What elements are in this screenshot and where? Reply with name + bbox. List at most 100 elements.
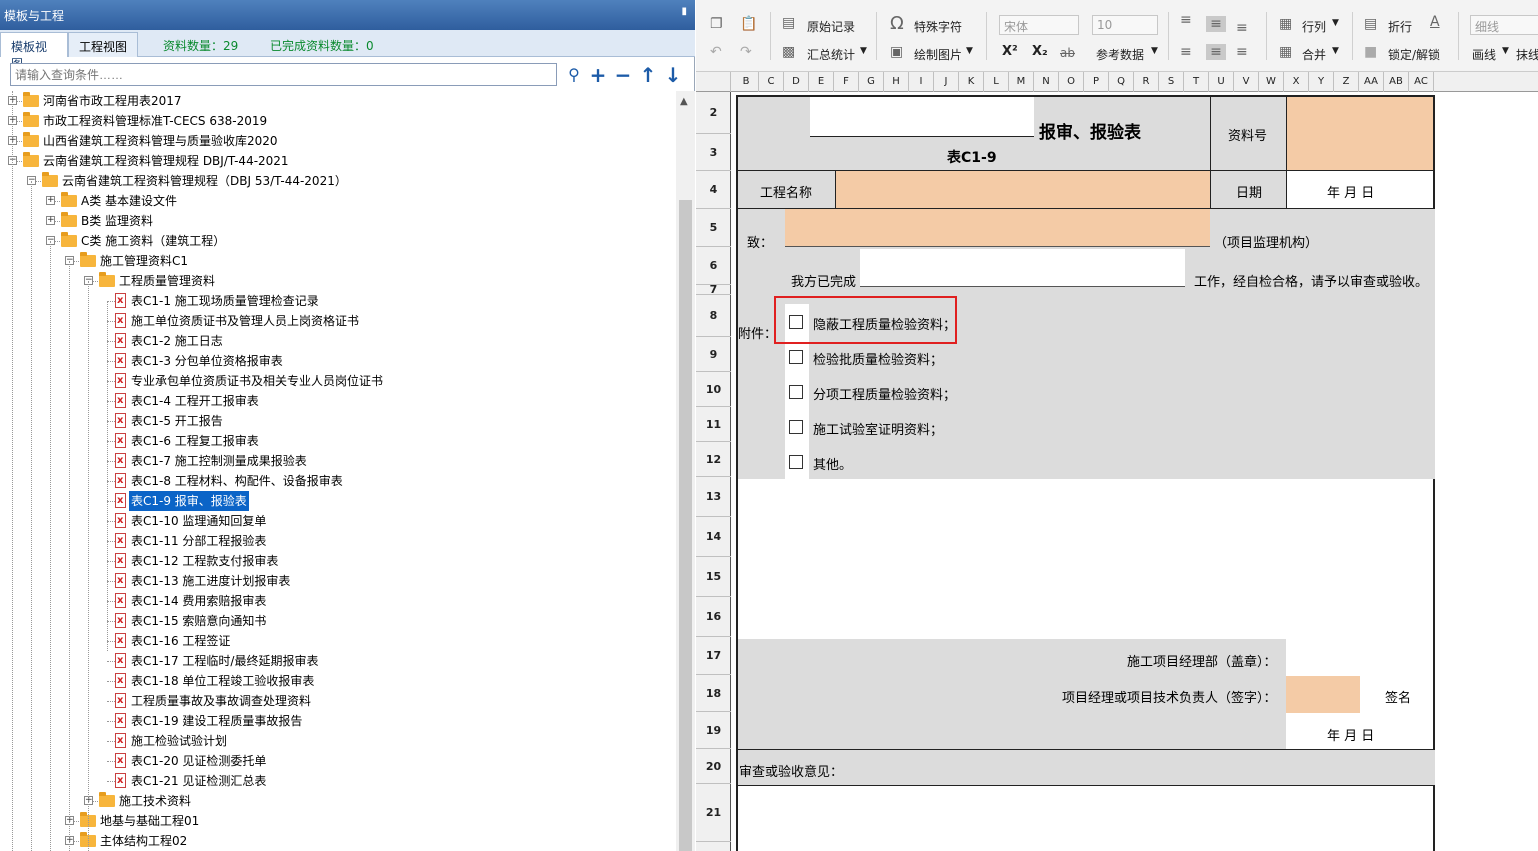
pm-sign-field[interactable] bbox=[1286, 676, 1360, 713]
row-header-cell[interactable]: 3 bbox=[696, 134, 731, 171]
tree-file-node[interactable]: 工程质量事故及事故调查处理资料 bbox=[0, 691, 676, 711]
attachment-checkbox-5[interactable] bbox=[789, 455, 803, 469]
align-center-icon[interactable]: ≡ bbox=[1206, 44, 1226, 60]
minus-icon[interactable]: − bbox=[612, 63, 634, 87]
tree-file-node[interactable]: 表C1-16 工程签证 bbox=[0, 631, 676, 651]
tree-folder-node[interactable]: − 云南省建筑工程资料管理规程 DBJ/T-44-2021 bbox=[0, 151, 676, 171]
original-record-button[interactable]: 原始记录 bbox=[807, 18, 855, 35]
tree-file-node[interactable]: 表C1-20 见证检测委托单 bbox=[0, 751, 676, 771]
row-header-cell[interactable]: 9 bbox=[696, 337, 731, 372]
column-header-cell[interactable]: Q bbox=[1109, 72, 1134, 92]
font-color-icon[interactable]: A bbox=[1430, 14, 1440, 30]
chevron-down-icon[interactable]: ▼ bbox=[1332, 46, 1339, 56]
row-header-cell[interactable]: 15 bbox=[696, 557, 731, 597]
row-header-cell[interactable]: 20 bbox=[696, 749, 731, 784]
font-size-select[interactable]: 10 bbox=[1092, 15, 1158, 35]
column-header-cell[interactable]: D bbox=[784, 72, 809, 92]
ref-data-button[interactable]: 参考数据 bbox=[1096, 46, 1144, 63]
attachment-checkbox-4[interactable] bbox=[789, 420, 803, 434]
row-header-cell[interactable]: 2 bbox=[696, 92, 731, 134]
doc-no-field[interactable] bbox=[1286, 97, 1433, 170]
completed-work-field[interactable] bbox=[860, 249, 1185, 287]
row-header-cell[interactable]: 8 bbox=[696, 295, 731, 337]
tree-file-node[interactable]: 专业承包单位资质证书及相关专业人员岗位证书 bbox=[0, 371, 676, 391]
chevron-down-icon[interactable]: ▼ bbox=[1502, 46, 1509, 56]
column-header-cell[interactable]: I bbox=[909, 72, 934, 92]
row-header-cell[interactable]: 6 bbox=[696, 247, 731, 285]
tree-folder-node[interactable]: − C类 施工资料（建筑工程） bbox=[0, 231, 676, 251]
column-header-cell[interactable]: L bbox=[984, 72, 1009, 92]
column-header-cell[interactable]: AC bbox=[1409, 72, 1434, 92]
tree-file-node[interactable]: 表C1-19 建设工程质量事故报告 bbox=[0, 711, 676, 731]
tree-file-node[interactable]: 表C1-7 施工控制测量成果报验表 bbox=[0, 451, 676, 471]
align-top-icon[interactable]: ≡ bbox=[1180, 12, 1192, 28]
column-header-cell[interactable]: V bbox=[1234, 72, 1259, 92]
row-header-cell[interactable]: 7 bbox=[696, 284, 731, 295]
column-header-cell[interactable]: E bbox=[809, 72, 834, 92]
tree-folder-node[interactable]: + 地基与基础工程01 bbox=[0, 811, 676, 831]
tree-folder-node[interactable]: + 市政工程资料管理标准T-CECS 638-2019 bbox=[0, 111, 676, 131]
superscript-button[interactable]: X² bbox=[1002, 44, 1018, 59]
copy-icon[interactable]: ❐ bbox=[710, 16, 723, 32]
tree-folder-node[interactable]: + B类 监理资料 bbox=[0, 211, 676, 231]
column-header-cell[interactable]: AB bbox=[1384, 72, 1409, 92]
tab-template-view[interactable]: 模板视图 bbox=[0, 32, 68, 71]
column-header-cell[interactable]: U bbox=[1209, 72, 1234, 92]
search-input[interactable] bbox=[10, 63, 557, 86]
draw-image-button[interactable]: 绘制图片 bbox=[914, 46, 962, 63]
chevron-down-icon[interactable]: ▼ bbox=[966, 46, 973, 56]
tree-file-node[interactable]: 施工检验试验计划 bbox=[0, 731, 676, 751]
redo-icon[interactable]: ↷ bbox=[740, 44, 752, 60]
tree-file-node[interactable]: 表C1-2 施工日志 bbox=[0, 331, 676, 351]
tree-file-node[interactable]: 表C1-4 工程开工报审表 bbox=[0, 391, 676, 411]
column-header-cell[interactable]: P bbox=[1084, 72, 1109, 92]
row-header-cell[interactable]: 12 bbox=[696, 442, 731, 477]
tree-file-node[interactable]: 表C1-18 单位工程竣工验收报审表 bbox=[0, 671, 676, 691]
align-middle-icon[interactable]: ≡ bbox=[1206, 16, 1226, 32]
column-header-cell[interactable]: R bbox=[1134, 72, 1159, 92]
tab-project-view[interactable]: 工程视图 bbox=[68, 32, 138, 57]
tree-file-node[interactable]: 表C1-13 施工进度计划报审表 bbox=[0, 571, 676, 591]
column-header-cell[interactable]: J bbox=[934, 72, 959, 92]
row-header-cell[interactable]: 17 bbox=[696, 637, 731, 675]
column-header-cell[interactable]: B bbox=[734, 72, 759, 92]
row-header-cell[interactable]: 21 bbox=[696, 784, 731, 842]
tree-folder-node[interactable]: + 河南省市政工程用表2017 bbox=[0, 91, 676, 111]
tree-file-node[interactable]: 表C1-17 工程临时/最终延期报审表 bbox=[0, 651, 676, 671]
row-header-cell[interactable]: 19 bbox=[696, 712, 731, 749]
row-header-cell[interactable]: 14 bbox=[696, 517, 731, 557]
tree-file-node[interactable]: 施工单位资质证书及管理人员上岗资格证书 bbox=[0, 311, 676, 331]
tree-file-node[interactable]: 表C1-10 监理通知回复单 bbox=[0, 511, 676, 531]
tree-folder-node[interactable]: + A类 基本建设文件 bbox=[0, 191, 676, 211]
row-header-cell[interactable]: 18 bbox=[696, 675, 731, 712]
down-arrow-icon[interactable]: ↓ bbox=[662, 63, 684, 87]
tree-file-node[interactable]: 表C1-14 费用索赔报审表 bbox=[0, 591, 676, 611]
sign-date[interactable]: 年 月 日 bbox=[1327, 725, 1374, 744]
tree-folder-node[interactable]: − 云南省建筑工程资料管理规程（DBJ 53/T-44-2021） bbox=[0, 171, 676, 191]
date-value[interactable]: 年 月 日 bbox=[1327, 182, 1374, 201]
summary-stats-button[interactable]: 汇总统计 bbox=[807, 46, 855, 63]
tree-file-node[interactable]: 表C1-12 工程款支付报审表 bbox=[0, 551, 676, 571]
undo-icon[interactable]: ↶ bbox=[710, 44, 722, 60]
tree-file-node[interactable]: 表C1-11 分部工程报验表 bbox=[0, 531, 676, 551]
chevron-down-icon[interactable]: ▼ bbox=[860, 46, 867, 56]
row-header-cell[interactable]: 5 bbox=[696, 209, 731, 247]
tree-scrollbar-thumb[interactable] bbox=[679, 200, 692, 851]
tree-file-node[interactable]: 表C1-15 索赔意向通知书 bbox=[0, 611, 676, 631]
column-header-cell[interactable]: H bbox=[884, 72, 909, 92]
line-style-select[interactable]: 细线 bbox=[1470, 15, 1538, 35]
column-header-cell[interactable]: T bbox=[1184, 72, 1209, 92]
lock-unlock-button[interactable]: 锁定/解锁 bbox=[1388, 46, 1440, 63]
row-header-cell[interactable]: 10 bbox=[696, 372, 731, 407]
row-header-cell[interactable]: 16 bbox=[696, 597, 731, 637]
scroll-up-icon[interactable]: ▲ bbox=[680, 96, 688, 107]
tree-folder-node[interactable]: + 山西省建筑工程资料管理与质量验收库2020 bbox=[0, 131, 676, 151]
wrap-button[interactable]: 折行 bbox=[1388, 18, 1412, 35]
add-icon[interactable]: + bbox=[587, 63, 609, 87]
column-header-cell[interactable]: W bbox=[1259, 72, 1284, 92]
column-header-cell[interactable]: S bbox=[1159, 72, 1184, 92]
up-arrow-icon[interactable]: ↑ bbox=[637, 63, 659, 87]
tree-file-node[interactable]: 表C1-1 施工现场质量管理检查记录 bbox=[0, 291, 676, 311]
draw-line-button[interactable]: 画线 bbox=[1472, 46, 1496, 63]
column-header-cell[interactable]: X bbox=[1284, 72, 1309, 92]
